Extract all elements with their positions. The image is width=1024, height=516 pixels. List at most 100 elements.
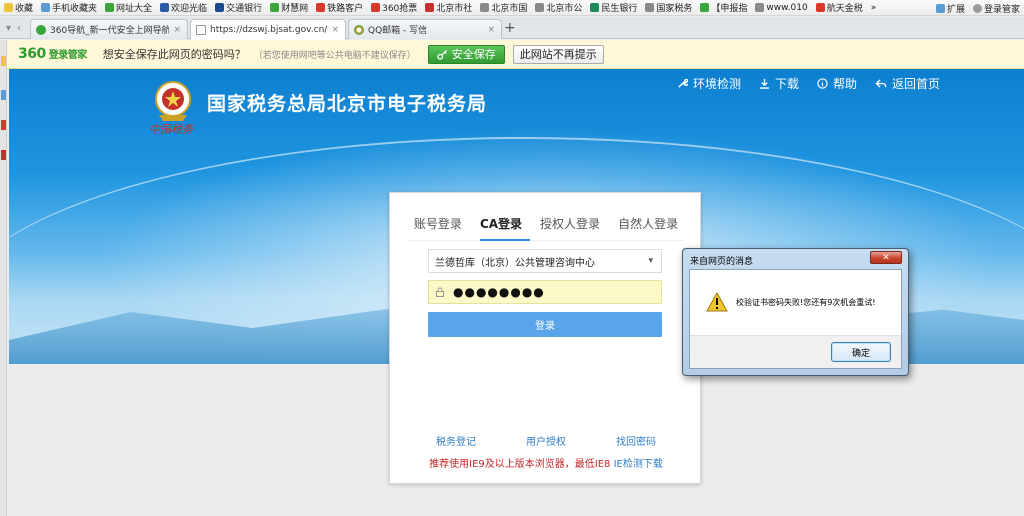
login-tabs: 账号登录 CA登录 授权人登录 自然人登录 xyxy=(390,215,702,232)
tab-qqmail[interactable]: QQ邮箱 - 写信 × xyxy=(348,19,502,39)
bookmark-item[interactable]: 【申报指 xyxy=(696,0,751,15)
save-password-question: 想安全保存此网页的密码吗？ xyxy=(102,48,246,61)
tab-360-nav[interactable]: 360导航_新一代安全上网导航 × xyxy=(30,19,188,39)
tab-ca-login[interactable]: CA登录 xyxy=(480,215,522,232)
nav-label: 帮助 xyxy=(832,77,857,91)
bookmark-icon xyxy=(480,3,490,12)
bookmark-label: 国家税务 xyxy=(656,4,693,14)
never-prompt-button[interactable]: 此网站不再提示 xyxy=(512,44,604,64)
sidebar-star-icon[interactable] xyxy=(1,56,6,66)
link-tax-registration[interactable]: 税务登记 xyxy=(436,433,476,448)
tab-person-login[interactable]: 自然人登录 xyxy=(618,215,678,232)
bookmark-item[interactable]: 铁路客户 xyxy=(312,0,367,15)
bookmarks-more-button[interactable]: » xyxy=(867,0,881,15)
tax-emblem-icon xyxy=(155,81,191,121)
nav-home[interactable]: 返回首页 xyxy=(875,75,940,92)
link-user-authorization[interactable]: 用户授权 xyxy=(526,433,566,448)
bookmark-icon xyxy=(535,3,545,12)
tab-agent-login[interactable]: 授权人登录 xyxy=(540,215,600,232)
bookmark-label: 民生银行 xyxy=(601,4,638,14)
tab-close-icon[interactable]: × xyxy=(331,25,339,35)
tab-list-icon[interactable]: ▾ xyxy=(6,23,11,34)
bookmark-icon xyxy=(371,3,381,12)
bookmark-item[interactable]: 360抢票 xyxy=(367,0,421,15)
save-password-note: （若您使用网吧等公共电脑不建议保存） xyxy=(253,50,416,61)
bookmark-label: 欢迎光临 xyxy=(171,4,208,14)
browser-notice: 推荐使用IE9及以上版本浏览器，最低IE8 IE检测下载 xyxy=(390,455,702,470)
bookmark-icon xyxy=(215,3,225,12)
grid-icon xyxy=(935,3,945,13)
bookmark-label: www.010 xyxy=(766,2,808,13)
nav-env-check[interactable]: 环境检测 xyxy=(677,75,741,92)
organization-value: 兰德哲库（北京）公共管理咨询中心 xyxy=(435,257,595,269)
tab-account-login[interactable]: 账号登录 xyxy=(414,215,462,232)
login-button[interactable]: 登录 xyxy=(428,312,662,337)
qq-mail-icon xyxy=(354,24,364,35)
bookmark-label: 北京市社 xyxy=(436,4,473,14)
bookmark-icon xyxy=(4,3,13,12)
sidebar-weibo-icon[interactable] xyxy=(1,120,6,130)
sidebar-mail-icon[interactable] xyxy=(1,150,6,160)
bookmark-icon xyxy=(425,3,435,12)
tab-close-icon[interactable]: × xyxy=(487,25,495,35)
dialog-close-button[interactable]: ✕ xyxy=(870,251,902,264)
bookmark-item[interactable]: 国家税务 xyxy=(641,0,696,15)
tab-scroll-icon[interactable]: ‹ xyxy=(17,23,21,34)
360-logo: 360 登录管家 xyxy=(18,46,87,62)
bookmark-icon xyxy=(41,3,51,12)
bookmark-label: 财慧网 xyxy=(281,4,309,14)
warning-icon xyxy=(706,292,728,312)
bookmarks-bar: 收藏 手机收藏夹 网址大全 欢迎光临 交通银行 财慧网 铁路客户 360抢票 北京市社 北京市国 北… xyxy=(0,0,1024,16)
password-save-bar: 360 登录管家 想安全保存此网页的密码吗？ （若您使用网吧等公共电脑不建议保存）… xyxy=(0,40,1024,69)
bookmark-item[interactable]: www.010 xyxy=(751,0,811,15)
password-mask: ●●●●●●●● xyxy=(453,285,545,299)
bookmark-item[interactable]: 网址大全 xyxy=(101,0,156,15)
save-password-label: 安全保存 xyxy=(451,48,496,61)
bookmark-item[interactable]: 财慧网 xyxy=(266,0,312,15)
key-icon xyxy=(437,49,447,60)
dialog-body: 校验证书密码失败!您还有9次机会重试! 确定 xyxy=(689,269,902,369)
tab-label: 360导航_新一代安全上网导航 xyxy=(50,26,170,36)
bookmark-icon xyxy=(815,3,825,12)
dialog-title: 来自网页的消息 xyxy=(690,257,754,267)
bookmark-icon xyxy=(645,3,655,12)
back-icon xyxy=(875,79,887,88)
dialog-footer: 确定 xyxy=(690,335,901,368)
top-nav: 环境检测 下载 帮助 返回首页 xyxy=(677,75,940,92)
bookmark-item[interactable]: 北京市公 xyxy=(531,0,586,15)
browser-side-strip xyxy=(0,40,7,516)
ok-button[interactable]: 确定 xyxy=(831,342,891,362)
bookmark-item[interactable]: 手机收藏夹 xyxy=(37,0,101,15)
bookmark-item[interactable]: 北京市社 xyxy=(421,0,476,15)
tab-close-icon[interactable]: × xyxy=(173,25,181,35)
tab-label: QQ邮箱 - 写信 xyxy=(368,26,428,36)
bookmark-item[interactable]: 航天金税 xyxy=(812,0,867,15)
new-tab-button[interactable]: + xyxy=(504,21,516,35)
bookmark-item[interactable]: 北京市国 xyxy=(476,0,531,15)
bookmark-item[interactable]: 欢迎光临 xyxy=(156,0,211,15)
active-tab-underline xyxy=(480,239,530,241)
bookmark-item[interactable]: 交通银行 xyxy=(211,0,266,15)
link-recover-password[interactable]: 找回密码 xyxy=(616,433,656,448)
bookmark-label: 航天金税 xyxy=(826,4,863,14)
bookmark-icon xyxy=(105,3,115,12)
extensions-button[interactable]: 扩展 xyxy=(932,0,969,15)
tab-dzswj[interactable]: https://dzswj.bjsat.gov.cn/ssc × xyxy=(190,19,346,40)
bookmark-icon xyxy=(160,3,170,12)
organization-select[interactable]: 兰德哲库（北京）公共管理咨询中心 ▾ xyxy=(428,249,662,273)
tab-strip: ▾ ‹ 360导航_新一代安全上网导航 × https://dzswj.bjsa… xyxy=(0,17,1024,40)
certificate-password-field[interactable]: ●●●●●●●● xyxy=(428,280,662,304)
dialog-message: 校验证书密码失败!您还有9次机会重试! xyxy=(736,298,876,307)
nav-download[interactable]: 下载 xyxy=(759,75,799,92)
download-icon xyxy=(759,78,770,89)
save-password-button[interactable]: 安全保存 xyxy=(427,44,505,64)
login-manager-button[interactable]: 登录管家 xyxy=(969,0,1024,15)
sidebar-app-icon[interactable] xyxy=(1,90,6,100)
bookmark-label: 北京市国 xyxy=(491,4,528,14)
bookmark-label: 北京市公 xyxy=(546,4,583,14)
bookmark-item[interactable]: 收藏 xyxy=(0,0,37,15)
ie-check-download-link[interactable]: IE检测下载 xyxy=(614,459,663,470)
nav-help[interactable]: 帮助 xyxy=(817,75,857,92)
nav-label: 下载 xyxy=(774,77,799,91)
bookmark-item[interactable]: 民生银行 xyxy=(586,0,641,15)
